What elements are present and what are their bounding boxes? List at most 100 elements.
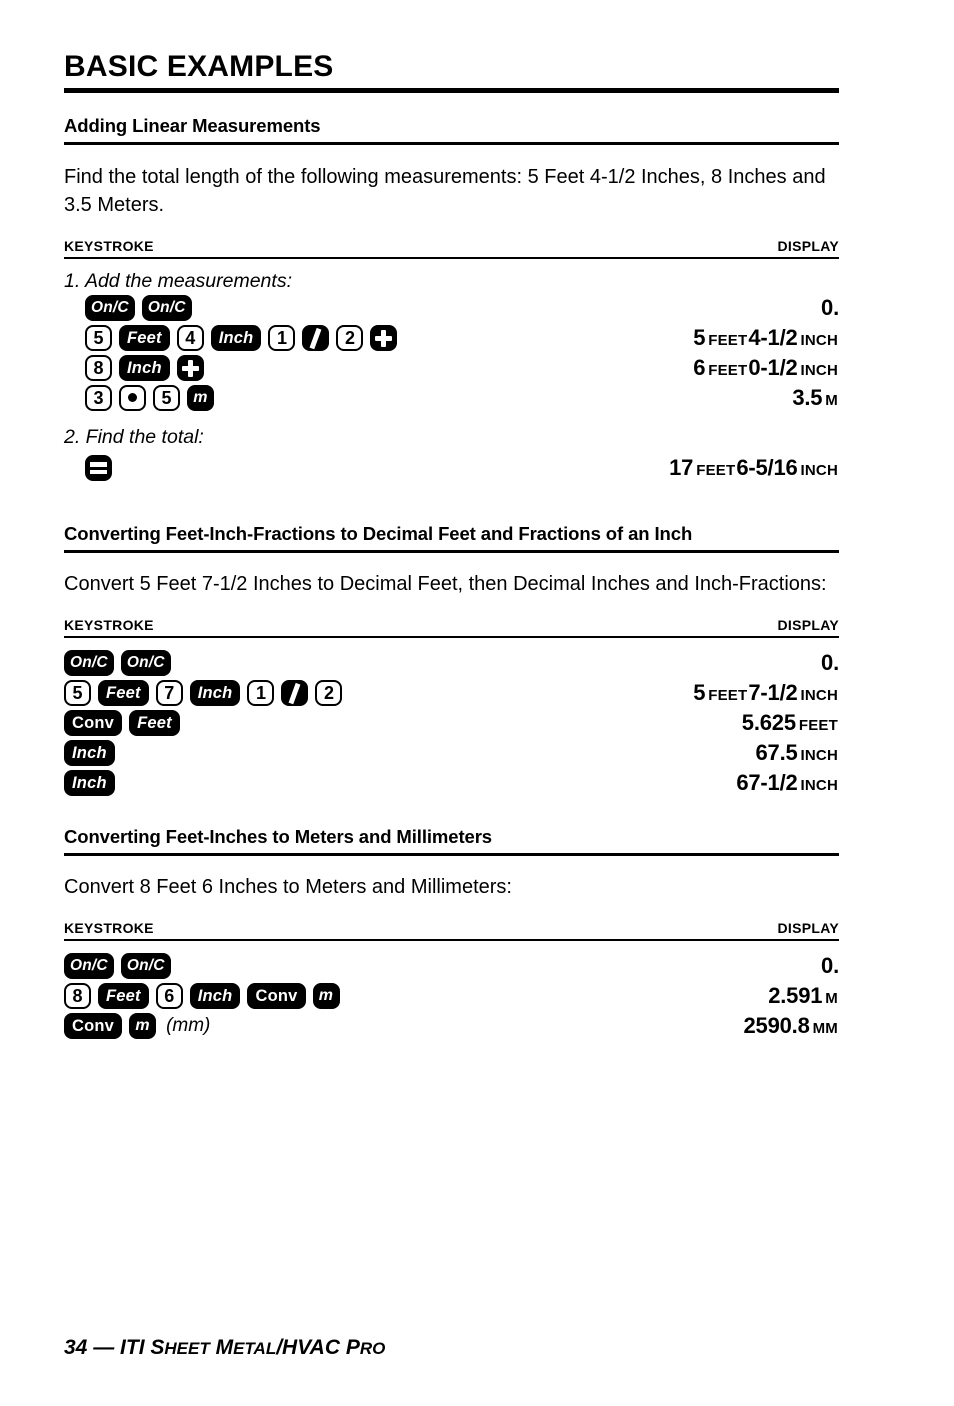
- section-heading-converting-fractions: Converting Feet-Inch-Fractions to Decima…: [64, 523, 693, 545]
- key-divide[interactable]: [281, 680, 309, 707]
- display-unit: MM: [812, 1020, 838, 1038]
- keystroke-row: 3 5 m 3.5 M: [64, 383, 839, 413]
- key-equals[interactable]: [85, 455, 112, 482]
- display-unit: FEET: [708, 687, 748, 705]
- key-inch[interactable]: Inch: [210, 325, 262, 352]
- page-title: BASIC EXAMPLES: [64, 50, 334, 83]
- keystroke-sequence: 8 Inch: [64, 355, 204, 382]
- display-number: 4-1/2: [748, 325, 798, 351]
- key-2[interactable]: 2: [315, 680, 343, 707]
- display-value: 2590.8 MM: [744, 1013, 839, 1039]
- key-feet[interactable]: Feet: [119, 325, 170, 352]
- display-number: 17: [669, 455, 694, 481]
- keystroke-sequence: 5 Feet 7 Inch 1 2: [64, 680, 343, 707]
- key-onc[interactable]: On/C: [64, 953, 114, 980]
- keystroke-row: 8 Feet 6 Inch Conv m 2.591 M: [64, 981, 839, 1011]
- plus-icon: [181, 359, 199, 377]
- footer-sheet-s: S: [150, 1336, 165, 1359]
- keystroke-sequence: Inch: [64, 740, 115, 767]
- key-onc[interactable]: On/C: [85, 295, 135, 322]
- key-conv[interactable]: Conv: [247, 983, 306, 1010]
- key-1[interactable]: 1: [247, 680, 275, 707]
- display-number: 0.: [821, 953, 839, 979]
- keystroke-column-header: KEYSTROKE: [64, 238, 154, 255]
- section-heading-adding-linear: Adding Linear Measurements: [64, 115, 321, 136]
- keystroke-row: On/C On/C 0.: [64, 951, 839, 981]
- key-5[interactable]: 5: [85, 325, 112, 352]
- plus-icon: [375, 329, 393, 347]
- display-value: 0.: [821, 953, 839, 979]
- key-onc[interactable]: On/C: [141, 295, 192, 322]
- section-intro: Convert 8 Feet 6 Inches to Meters and Mi…: [64, 875, 512, 898]
- key-divide[interactable]: [302, 325, 330, 352]
- display-unit: INCH: [800, 747, 838, 765]
- display-number: 5.625: [741, 710, 796, 736]
- key-conv[interactable]: Conv: [64, 710, 123, 737]
- keystroke-row: Inch 67.5 INCH: [64, 738, 839, 768]
- key-inch[interactable]: Inch: [64, 770, 115, 797]
- keystroke-sequence: [64, 455, 112, 482]
- footer-brand-iti: ITI: [120, 1336, 145, 1359]
- keystroke-row: On/C On/C 0.: [64, 293, 839, 323]
- keystroke-sequence: Inch: [64, 770, 115, 797]
- key-inch[interactable]: Inch: [189, 983, 241, 1010]
- key-feet[interactable]: Feet: [129, 710, 180, 737]
- keystroke-sequence: 5 Feet 4 Inch 1 2: [64, 325, 398, 352]
- key-4[interactable]: 4: [176, 325, 204, 352]
- display-unit: FEET: [696, 462, 736, 480]
- key-plus[interactable]: [176, 355, 204, 382]
- key-6[interactable]: 6: [155, 983, 183, 1010]
- key-meters[interactable]: m: [187, 385, 214, 412]
- footer-hvac: /HVAC: [276, 1336, 340, 1359]
- keystroke-sequence: On/C On/C: [64, 953, 171, 980]
- footer-sheet-rest: HEET: [164, 1339, 210, 1358]
- key-8[interactable]: 8: [64, 983, 91, 1010]
- display-number: 67.5: [755, 740, 798, 766]
- display-value: 3.5 M: [792, 385, 839, 411]
- key-feet[interactable]: Feet: [98, 983, 149, 1010]
- keystroke-sequence: 3 5 m: [64, 385, 214, 412]
- key-inch[interactable]: Inch: [189, 680, 241, 707]
- display-value: 5 FEET7-1/2 INCH: [693, 680, 839, 706]
- display-unit: INCH: [800, 462, 838, 480]
- key-feet[interactable]: Feet: [98, 680, 149, 707]
- footer-metal-rest: ETAL: [233, 1339, 277, 1358]
- key-2[interactable]: 2: [336, 325, 364, 352]
- display-unit: M: [825, 392, 838, 410]
- keystroke-sequence: 8 Feet 6 Inch Conv m: [64, 983, 340, 1010]
- key-decimal-point[interactable]: [119, 385, 146, 412]
- key-1[interactable]: 1: [268, 325, 296, 352]
- key-8[interactable]: 8: [85, 355, 112, 382]
- keystroke-row: 5 Feet 4 Inch 1 2 5 FEET4-1/2 INCH: [64, 323, 839, 353]
- key-plus[interactable]: [370, 325, 398, 352]
- display-number: 0.: [821, 295, 839, 321]
- key-3[interactable]: 3: [85, 385, 112, 412]
- display-unit: INCH: [800, 362, 838, 380]
- display-number: 5: [693, 325, 706, 351]
- keystroke-column-header: KEYSTROKE: [64, 617, 154, 634]
- keystroke-row: 17 FEET6-5/16 INCH: [64, 449, 839, 487]
- keystroke-sequence: Conv m (mm): [64, 1013, 210, 1040]
- slash-icon: [307, 329, 324, 348]
- key-inch[interactable]: Inch: [119, 355, 170, 382]
- key-5[interactable]: 5: [64, 680, 91, 707]
- display-unit: INCH: [800, 687, 838, 705]
- key-5[interactable]: 5: [153, 385, 180, 412]
- display-value: 5.625 FEET: [742, 710, 839, 736]
- column-header-row: KEYSTROKE DISPLAY: [64, 238, 839, 254]
- key-meters[interactable]: m: [312, 983, 340, 1010]
- key-onc[interactable]: On/C: [64, 650, 114, 677]
- step-label-2: 2. Find the total:: [64, 426, 204, 449]
- key-inch[interactable]: Inch: [64, 740, 115, 767]
- key-7[interactable]: 7: [155, 680, 183, 707]
- display-value: 5 FEET4-1/2 INCH: [693, 325, 839, 351]
- key-onc[interactable]: On/C: [120, 953, 171, 980]
- display-column-header: DISPLAY: [777, 238, 839, 255]
- display-unit: M: [825, 990, 838, 1008]
- display-number: 0-1/2: [748, 355, 798, 381]
- display-unit: INCH: [800, 332, 838, 350]
- key-conv[interactable]: Conv: [64, 1013, 123, 1040]
- key-meters[interactable]: m: [129, 1013, 157, 1040]
- footer-page-number: 34: [64, 1336, 88, 1359]
- key-onc[interactable]: On/C: [120, 650, 171, 677]
